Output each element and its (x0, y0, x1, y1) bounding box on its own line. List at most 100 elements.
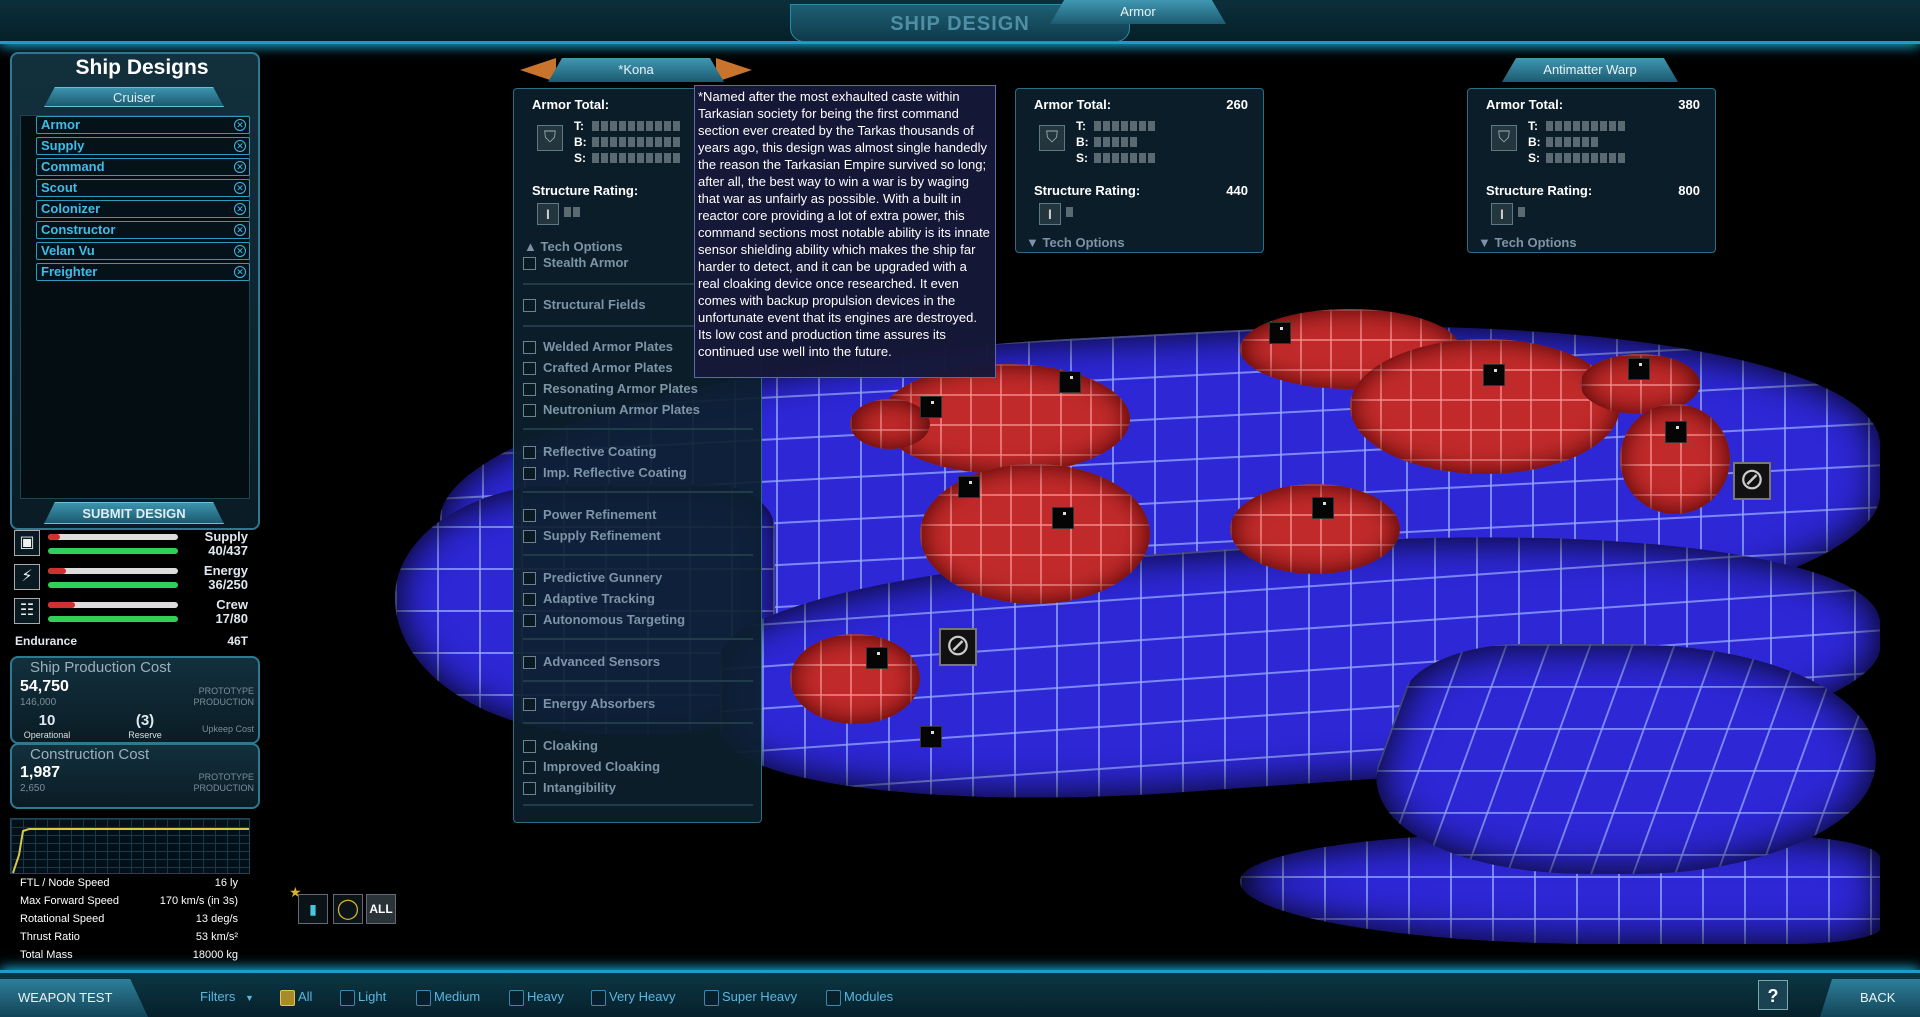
armor-shield-icon: ⛉ (1039, 125, 1065, 151)
hardpoint-slot[interactable] (920, 726, 942, 748)
filter-very-heavy[interactable]: Very Heavy (591, 990, 675, 1006)
weapon-test-button[interactable]: WEAPON TEST (0, 979, 148, 1017)
filter-medium[interactable]: Medium (416, 990, 480, 1006)
filters-dropdown[interactable]: Filters ▼ (200, 989, 254, 1004)
view-shields-button[interactable]: ◯ (333, 894, 363, 924)
section-title-antimatter-warp[interactable]: Antimatter Warp (1502, 58, 1678, 82)
filter-super-heavy[interactable]: Super Heavy (704, 990, 797, 1006)
remove-icon[interactable]: ✕ (234, 245, 246, 257)
section-title-kona[interactable]: *Kona (548, 58, 724, 82)
structure-beam-icon: I (1039, 203, 1061, 225)
tech-option[interactable]: Cloaking (523, 739, 598, 753)
hardpoint-slot[interactable] (920, 396, 942, 418)
tech-option[interactable]: Predictive Gunnery (523, 571, 662, 585)
tech-option[interactable]: Advanced Sensors (523, 655, 660, 669)
remove-icon[interactable]: ✕ (234, 182, 246, 194)
filter-light[interactable]: Light (340, 990, 386, 1006)
collapse-arrow-icon: ▲ (524, 239, 537, 254)
remove-icon[interactable]: ✕ (234, 224, 246, 236)
divider (523, 554, 753, 556)
ship-module (1350, 339, 1620, 474)
structure-pips (564, 207, 580, 217)
stat-row: Rotational Speed 13 deg/s (20, 913, 238, 925)
tech-options-toggle[interactable]: ▲ Tech Options (524, 239, 623, 254)
tech-option[interactable]: Intangibility (523, 781, 616, 795)
prototype-label: PROTOTYPE (198, 686, 254, 696)
tech-option[interactable]: Adaptive Tracking (523, 592, 655, 606)
tech-option[interactable]: Supply Refinement (523, 529, 661, 543)
armor-total-label: Armor Total: (1486, 97, 1564, 112)
hardpoint-slot[interactable] (1483, 364, 1505, 386)
design-item-label: Constructor (41, 222, 116, 237)
tech-option[interactable]: Stealth Armor (523, 256, 628, 270)
stat-value: 53 km/s² (195, 931, 238, 943)
divider (523, 722, 753, 724)
supply-max-bar (48, 548, 178, 554)
tech-option[interactable]: Autonomous Targeting (523, 613, 685, 627)
filter-heavy[interactable]: Heavy (509, 990, 564, 1006)
construction-cost-title: Construction Cost (30, 746, 150, 763)
tech-option[interactable]: Imp. Reflective Coating (523, 466, 687, 480)
tech-options-toggle[interactable]: ▼ Tech Options (1026, 235, 1125, 250)
design-item[interactable]: Colonizer ✕ (36, 200, 250, 218)
armor-side-pips (1546, 153, 1625, 163)
tech-option[interactable]: Resonating Armor Plates (523, 382, 698, 396)
stat-row: Thrust Ratio 53 km/s² (20, 931, 238, 943)
design-item[interactable]: Scout ✕ (36, 179, 250, 197)
tech-option[interactable]: Reflective Coating (523, 445, 656, 459)
hardpoint-slot[interactable] (1059, 371, 1081, 393)
filter-modules[interactable]: Modules (826, 990, 893, 1006)
energy-icon: ⚡ (14, 564, 40, 590)
hardpoint-slot[interactable] (1269, 322, 1291, 344)
remove-icon[interactable]: ✕ (234, 161, 246, 173)
tech-option[interactable]: Welded Armor Plates (523, 340, 673, 354)
remove-icon[interactable]: ✕ (234, 266, 246, 278)
section-panel-armor: Armor Total: 260 ⛉ T: B: S: Structure Ra… (1015, 88, 1264, 253)
tech-options-toggle[interactable]: ▼ Tech Options (1478, 235, 1577, 250)
design-item[interactable]: Command ✕ (36, 158, 250, 176)
help-button[interactable]: ? (1758, 980, 1788, 1010)
view-all-button[interactable]: ALL (366, 894, 396, 924)
stat-value: 170 km/s (in 3s) (159, 895, 238, 907)
design-item[interactable]: Armor ✕ (36, 116, 250, 134)
hardpoint-slot[interactable] (1665, 421, 1687, 443)
remove-icon[interactable]: ✕ (234, 203, 246, 215)
ship-designs-title: Ship Designs (75, 56, 209, 79)
armor-bottom-pips (1094, 137, 1137, 147)
design-item-label: Command (41, 159, 105, 174)
hardpoint-slot[interactable] (1052, 507, 1074, 529)
design-item[interactable]: Velan Vu ✕ (36, 242, 250, 260)
design-item-label: Velan Vu (41, 243, 95, 258)
divider (523, 804, 753, 806)
hardpoint-slot[interactable] (1312, 497, 1334, 519)
production-label: PRODUCTION (193, 697, 255, 707)
hardpoint-slot[interactable] (1628, 358, 1650, 380)
submit-design-button[interactable]: SUBMIT DESIGN (44, 502, 224, 524)
production-cost-title: Ship Production Cost (30, 659, 171, 676)
armor-shield-icon: ⛉ (1491, 125, 1517, 151)
construction-production-label: PRODUCTION (193, 783, 255, 793)
tech-option[interactable]: Crafted Armor Plates (523, 361, 673, 375)
design-item[interactable]: Constructor ✕ (36, 221, 250, 239)
hardpoint-slot[interactable] (866, 647, 888, 669)
design-item[interactable]: Supply ✕ (36, 137, 250, 155)
tech-option[interactable]: Energy Absorbers (523, 697, 655, 711)
back-button[interactable]: BACK (1820, 979, 1920, 1017)
tech-option[interactable]: Neutronium Armor Plates (523, 403, 700, 417)
armor-top-pips (1546, 121, 1625, 131)
design-category-tab[interactable]: Cruiser (44, 87, 224, 107)
section-title-armor[interactable]: Armor (1050, 0, 1226, 24)
design-item[interactable]: Freighter ✕ (36, 263, 250, 281)
structure-pips (1518, 207, 1525, 217)
hardpoint-slot[interactable] (958, 476, 980, 498)
view-hardpoints-button[interactable]: ▮ (298, 894, 328, 924)
tech-option[interactable]: Structural Fields (523, 298, 646, 312)
construction-prototype-label: PROTOTYPE (198, 772, 254, 782)
tech-option[interactable]: Improved Cloaking (523, 760, 660, 774)
filter-all[interactable]: All (280, 990, 312, 1006)
remove-icon[interactable]: ✕ (234, 140, 246, 152)
remove-icon[interactable]: ✕ (234, 119, 246, 131)
structure-pips (1066, 207, 1073, 217)
tech-option[interactable]: Power Refinement (523, 508, 656, 522)
acceleration-graph (10, 818, 250, 874)
